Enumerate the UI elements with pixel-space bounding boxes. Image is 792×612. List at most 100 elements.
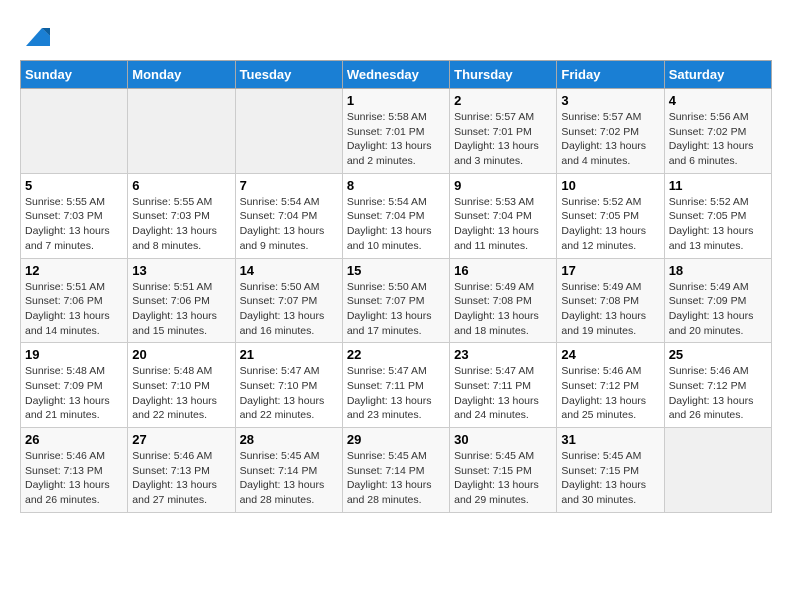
calendar-cell: 17 Sunrise: 5:49 AMSunset: 7:08 PMDayligh… xyxy=(557,258,664,343)
day-number: 28 xyxy=(240,432,338,447)
day-number: 12 xyxy=(25,263,123,278)
calendar-cell: 24 Sunrise: 5:46 AMSunset: 7:12 PMDayligh… xyxy=(557,343,664,428)
calendar-cell: 5 Sunrise: 5:55 AMSunset: 7:03 PMDaylight… xyxy=(21,173,128,258)
day-number: 2 xyxy=(454,93,552,108)
calendar-header-row: SundayMondayTuesdayWednesdayThursdayFrid… xyxy=(21,61,772,89)
day-number: 17 xyxy=(561,263,659,278)
calendar-week-row: 26 Sunrise: 5:46 AMSunset: 7:13 PMDayligh… xyxy=(21,428,772,513)
day-info: Sunrise: 5:48 AMSunset: 7:10 PMDaylight:… xyxy=(132,364,230,423)
day-number: 18 xyxy=(669,263,767,278)
day-number: 31 xyxy=(561,432,659,447)
calendar-cell: 26 Sunrise: 5:46 AMSunset: 7:13 PMDayligh… xyxy=(21,428,128,513)
calendar-cell: 31 Sunrise: 5:45 AMSunset: 7:15 PMDayligh… xyxy=(557,428,664,513)
calendar-cell xyxy=(235,89,342,174)
day-number: 15 xyxy=(347,263,445,278)
header-thursday: Thursday xyxy=(450,61,557,89)
day-number: 23 xyxy=(454,347,552,362)
day-info: Sunrise: 5:50 AMSunset: 7:07 PMDaylight:… xyxy=(347,280,445,339)
calendar-cell: 30 Sunrise: 5:45 AMSunset: 7:15 PMDayligh… xyxy=(450,428,557,513)
calendar-cell: 3 Sunrise: 5:57 AMSunset: 7:02 PMDaylight… xyxy=(557,89,664,174)
calendar-cell xyxy=(664,428,771,513)
logo-icon xyxy=(22,20,52,50)
day-number: 20 xyxy=(132,347,230,362)
day-number: 26 xyxy=(25,432,123,447)
day-info: Sunrise: 5:55 AMSunset: 7:03 PMDaylight:… xyxy=(132,195,230,254)
calendar-cell: 19 Sunrise: 5:48 AMSunset: 7:09 PMDayligh… xyxy=(21,343,128,428)
calendar-cell: 16 Sunrise: 5:49 AMSunset: 7:08 PMDayligh… xyxy=(450,258,557,343)
calendar-cell: 2 Sunrise: 5:57 AMSunset: 7:01 PMDaylight… xyxy=(450,89,557,174)
calendar-week-row: 1Sunrise: 5:58 AMSunset: 7:01 PMDaylight… xyxy=(21,89,772,174)
day-info: Sunrise: 5:57 AMSunset: 7:02 PMDaylight:… xyxy=(561,110,659,169)
day-number: 22 xyxy=(347,347,445,362)
calendar-cell: 25 Sunrise: 5:46 AMSunset: 7:12 PMDayligh… xyxy=(664,343,771,428)
day-info: Sunrise: 5:54 AMSunset: 7:04 PMDaylight:… xyxy=(347,195,445,254)
day-info: Sunrise: 5:54 AMSunset: 7:04 PMDaylight:… xyxy=(240,195,338,254)
calendar-week-row: 12 Sunrise: 5:51 AMSunset: 7:06 PMDayligh… xyxy=(21,258,772,343)
day-info: Sunrise: 5:46 AMSunset: 7:12 PMDaylight:… xyxy=(669,364,767,423)
calendar-cell: 9 Sunrise: 5:53 AMSunset: 7:04 PMDaylight… xyxy=(450,173,557,258)
day-number: 10 xyxy=(561,178,659,193)
calendar-cell xyxy=(128,89,235,174)
day-info: Sunrise: 5:56 AMSunset: 7:02 PMDaylight:… xyxy=(669,110,767,169)
day-info: Sunrise: 5:45 AMSunset: 7:14 PMDaylight:… xyxy=(240,449,338,508)
calendar-week-row: 19 Sunrise: 5:48 AMSunset: 7:09 PMDayligh… xyxy=(21,343,772,428)
day-number: 9 xyxy=(454,178,552,193)
header-tuesday: Tuesday xyxy=(235,61,342,89)
day-info: Sunrise: 5:46 AMSunset: 7:13 PMDaylight:… xyxy=(25,449,123,508)
day-number: 21 xyxy=(240,347,338,362)
calendar-cell: 13 Sunrise: 5:51 AMSunset: 7:06 PMDayligh… xyxy=(128,258,235,343)
calendar-cell: 7Sunrise: 5:54 AMSunset: 7:04 PMDaylight… xyxy=(235,173,342,258)
calendar-cell: 14 Sunrise: 5:50 AMSunset: 7:07 PMDayligh… xyxy=(235,258,342,343)
day-number: 24 xyxy=(561,347,659,362)
header-monday: Monday xyxy=(128,61,235,89)
day-number: 16 xyxy=(454,263,552,278)
calendar-cell: 4 Sunrise: 5:56 AMSunset: 7:02 PMDaylight… xyxy=(664,89,771,174)
day-info: Sunrise: 5:49 AMSunset: 7:08 PMDaylight:… xyxy=(561,280,659,339)
day-number: 1 xyxy=(347,93,445,108)
day-number: 3 xyxy=(561,93,659,108)
day-info: Sunrise: 5:57 AMSunset: 7:01 PMDaylight:… xyxy=(454,110,552,169)
calendar-cell: 29Sunrise: 5:45 AMSunset: 7:14 PMDayligh… xyxy=(342,428,449,513)
calendar-cell xyxy=(21,89,128,174)
calendar-cell: 18 Sunrise: 5:49 AMSunset: 7:09 PMDayligh… xyxy=(664,258,771,343)
header-saturday: Saturday xyxy=(664,61,771,89)
header-friday: Friday xyxy=(557,61,664,89)
calendar-cell: 11 Sunrise: 5:52 AMSunset: 7:05 PMDayligh… xyxy=(664,173,771,258)
day-info: Sunrise: 5:55 AMSunset: 7:03 PMDaylight:… xyxy=(25,195,123,254)
calendar-cell: 12Sunrise: 5:51 AMSunset: 7:06 PMDayligh… xyxy=(21,258,128,343)
day-number: 13 xyxy=(132,263,230,278)
day-info: Sunrise: 5:52 AMSunset: 7:05 PMDaylight:… xyxy=(669,195,767,254)
calendar-cell: 20 Sunrise: 5:48 AMSunset: 7:10 PMDayligh… xyxy=(128,343,235,428)
day-number: 30 xyxy=(454,432,552,447)
day-number: 27 xyxy=(132,432,230,447)
day-info: Sunrise: 5:46 AMSunset: 7:12 PMDaylight:… xyxy=(561,364,659,423)
day-info: Sunrise: 5:49 AMSunset: 7:08 PMDaylight:… xyxy=(454,280,552,339)
day-info: Sunrise: 5:53 AMSunset: 7:04 PMDaylight:… xyxy=(454,195,552,254)
day-number: 25 xyxy=(669,347,767,362)
day-info: Sunrise: 5:50 AMSunset: 7:07 PMDaylight:… xyxy=(240,280,338,339)
calendar-cell: 21Sunrise: 5:47 AMSunset: 7:10 PMDayligh… xyxy=(235,343,342,428)
day-info: Sunrise: 5:47 AMSunset: 7:11 PMDaylight:… xyxy=(347,364,445,423)
header-sunday: Sunday xyxy=(21,61,128,89)
day-info: Sunrise: 5:45 AMSunset: 7:15 PMDaylight:… xyxy=(454,449,552,508)
day-number: 8 xyxy=(347,178,445,193)
calendar-cell: 15 Sunrise: 5:50 AMSunset: 7:07 PMDayligh… xyxy=(342,258,449,343)
day-number: 4 xyxy=(669,93,767,108)
calendar-cell: 8 Sunrise: 5:54 AMSunset: 7:04 PMDaylight… xyxy=(342,173,449,258)
day-number: 5 xyxy=(25,178,123,193)
calendar-cell: 1Sunrise: 5:58 AMSunset: 7:01 PMDaylight… xyxy=(342,89,449,174)
header-wednesday: Wednesday xyxy=(342,61,449,89)
calendar-cell: 28 Sunrise: 5:45 AMSunset: 7:14 PMDayligh… xyxy=(235,428,342,513)
calendar-cell: 10Sunrise: 5:52 AMSunset: 7:05 PMDayligh… xyxy=(557,173,664,258)
day-number: 19 xyxy=(25,347,123,362)
calendar-cell: 23 Sunrise: 5:47 AMSunset: 7:11 PMDayligh… xyxy=(450,343,557,428)
day-info: Sunrise: 5:45 AMSunset: 7:14 PMDaylight:… xyxy=(347,449,445,508)
day-info: Sunrise: 5:45 AMSunset: 7:15 PMDaylight:… xyxy=(561,449,659,508)
calendar-table: SundayMondayTuesdayWednesdayThursdayFrid… xyxy=(20,60,772,513)
day-info: Sunrise: 5:51 AMSunset: 7:06 PMDaylight:… xyxy=(132,280,230,339)
day-number: 11 xyxy=(669,178,767,193)
day-info: Sunrise: 5:49 AMSunset: 7:09 PMDaylight:… xyxy=(669,280,767,339)
day-info: Sunrise: 5:47 AMSunset: 7:11 PMDaylight:… xyxy=(454,364,552,423)
day-number: 14 xyxy=(240,263,338,278)
day-info: Sunrise: 5:48 AMSunset: 7:09 PMDaylight:… xyxy=(25,364,123,423)
